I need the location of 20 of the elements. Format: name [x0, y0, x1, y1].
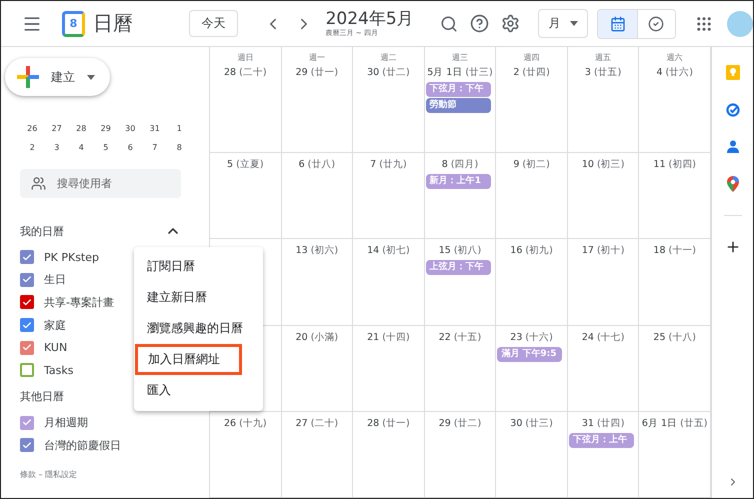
calendar-label: Tasks: [44, 364, 74, 377]
calendar-label: 共享-專案計畫: [44, 294, 114, 310]
weekday-label: 週五: [595, 52, 612, 63]
app-logo: 8: [62, 10, 86, 36]
app-title: 日曆: [93, 10, 134, 37]
calendar-label: 台灣的節慶假日: [44, 438, 121, 453]
weekday-label: 週六: [666, 52, 683, 63]
weekday-label: 週一: [308, 52, 325, 63]
month-title: 2024年5月: [326, 10, 415, 28]
weekday-label: 週日: [237, 52, 254, 63]
calendar-label: 月相週期: [44, 415, 88, 430]
weekday-label: 週四: [524, 52, 540, 63]
weekday-label: 週三: [452, 52, 468, 63]
calendar-label: KUN: [44, 341, 68, 354]
section-title: 其他日曆: [20, 389, 64, 404]
section-title: 我的日曆: [20, 224, 64, 238]
calendar-label: 生日: [44, 272, 66, 288]
weekday-label: 週二: [380, 52, 396, 63]
calendar-label: PK PKstep: [44, 250, 99, 264]
calendar-label: 家庭: [44, 318, 66, 333]
